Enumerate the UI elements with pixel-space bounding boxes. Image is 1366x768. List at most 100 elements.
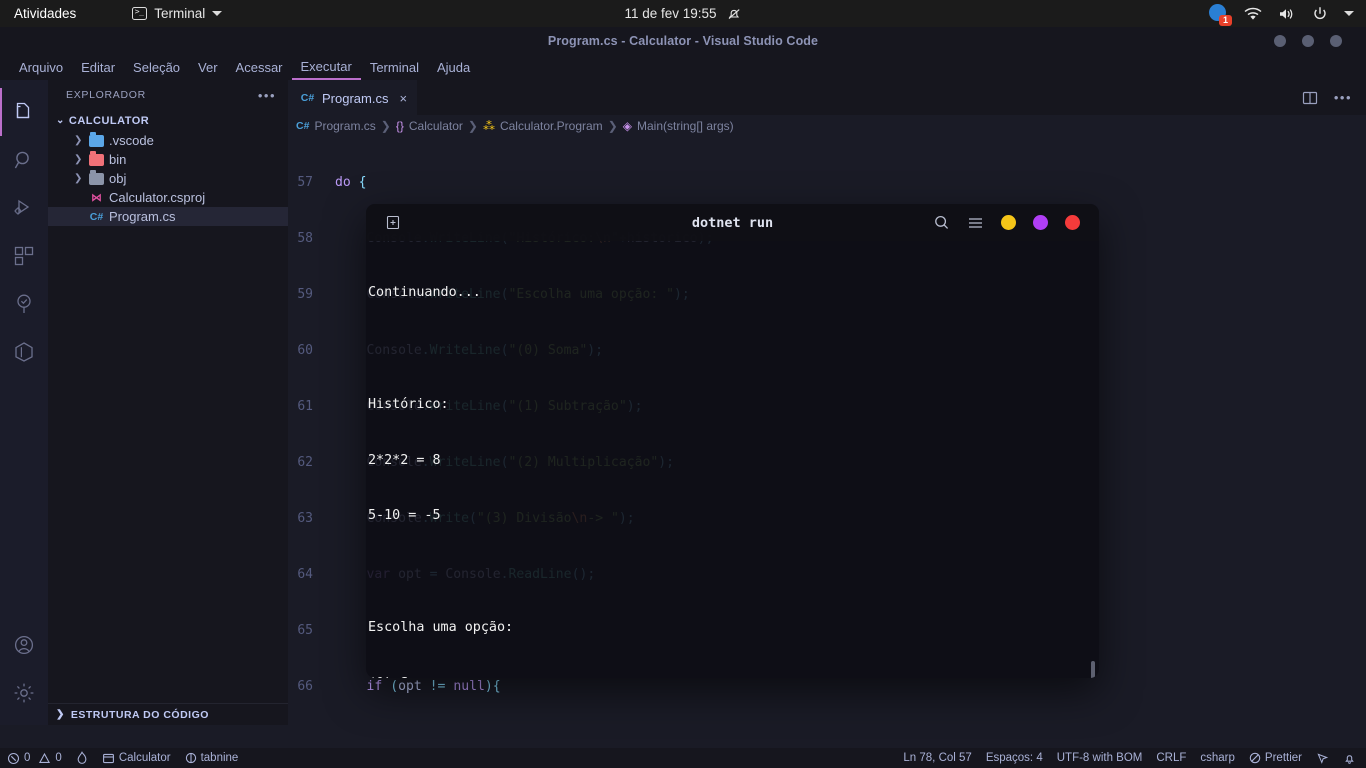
status-problems[interactable]: 0 0 <box>0 748 69 768</box>
method-icon: ◈ <box>622 119 632 133</box>
status-encoding[interactable]: UTF-8 with BOM <box>1050 748 1150 768</box>
message-icon[interactable]: 1 <box>1209 4 1232 26</box>
status-cursor-position[interactable]: Ln 78, Col 57 <box>896 748 978 768</box>
volume-icon[interactable] <box>1278 7 1296 21</box>
line-number: 57 <box>297 175 313 191</box>
activity-extensions[interactable] <box>0 232 48 280</box>
line-number: 60 <box>297 343 313 359</box>
terminal-scrollbar[interactable] <box>1091 661 1095 678</box>
tree-item-vscode[interactable]: ❯ .vscode <box>48 131 288 150</box>
status-feedback-icon[interactable] <box>1309 748 1336 768</box>
tree-item-label: .vscode <box>109 133 154 148</box>
app-menu-label: Terminal <box>154 6 206 21</box>
line-number: 64 <box>297 566 313 582</box>
terminal-line: (0) Soma <box>366 675 1099 678</box>
tabnine-icon <box>185 752 197 764</box>
breadcrumb-separator: ❯ <box>380 119 391 133</box>
terminal-line: Escolha uma opção: <box>368 619 514 635</box>
activity-testing[interactable] <box>0 280 48 328</box>
tree-item-calculator-csproj[interactable]: ⋈ Calculator.csproj <box>48 188 288 207</box>
clock-button[interactable]: 11 de fev 19:55 <box>563 6 803 22</box>
warning-count: 0 <box>55 752 62 764</box>
activity-explorer[interactable] <box>0 88 48 136</box>
explorer-header: EXPLORADOR ••• <box>48 80 288 110</box>
error-count: 0 <box>24 752 31 764</box>
terminal-title: dotnet run <box>691 214 774 231</box>
line-number: 66 <box>297 678 313 694</box>
menu-bar: Arquivo Editar Seleção Ver Acessar Execu… <box>0 55 1366 80</box>
menu-editar[interactable]: Editar <box>72 57 124 79</box>
status-eol[interactable]: CRLF <box>1149 748 1193 768</box>
line-number: 63 <box>297 511 313 527</box>
namespace-icon: {} <box>395 119 404 133</box>
status-notifications-bell-icon[interactable] <box>1336 748 1366 768</box>
terminal-output[interactable]: Continuando... Histórico: 2*2*2 = 8 5-10… <box>366 241 1099 678</box>
activity-accounts[interactable] <box>0 621 48 669</box>
menu-ver[interactable]: Ver <box>189 57 227 79</box>
folder-icon <box>89 131 104 147</box>
menu-selecao[interactable]: Seleção <box>124 57 189 79</box>
breadcrumb-separator: ❯ <box>467 119 478 133</box>
breadcrumb: C# Program.cs ❯ {} Calculator ❯ ⁂ Calcul… <box>288 115 1366 137</box>
app-menu-button[interactable]: Terminal <box>132 6 223 21</box>
chevron-right-icon: ❯ <box>74 135 83 146</box>
status-language-mode[interactable]: csharp <box>1193 748 1242 768</box>
chevron-right-icon: ❯ <box>74 154 83 165</box>
terminal-line: Continuando... <box>368 285 481 301</box>
editor-more-actions-icon[interactable]: ••• <box>1334 90 1352 105</box>
tree-item-label: obj <box>109 171 127 186</box>
explorer-more-actions-icon[interactable]: ••• <box>258 88 276 103</box>
menu-executar[interactable]: Executar <box>291 56 361 80</box>
csharp-icon: C# <box>296 120 310 132</box>
activity-search[interactable] <box>0 136 48 184</box>
terminal-window[interactable]: dotnet run Continuando... Histórico: 2*2… <box>366 204 1099 678</box>
status-tabnine[interactable]: tabnine <box>178 748 246 768</box>
breadcrumb-item-method[interactable]: Main(string[] args) <box>637 119 734 133</box>
workspace-root-row[interactable]: ⌄ CALCULATOR <box>48 110 288 131</box>
breadcrumb-item-namespace[interactable]: Calculator <box>409 119 463 133</box>
window-controls <box>1274 35 1342 47</box>
close-button[interactable] <box>1330 35 1342 47</box>
activity-run-debug[interactable] <box>0 184 48 232</box>
tree-item-bin[interactable]: ❯ bin <box>48 150 288 169</box>
tree-item-label: Program.cs <box>109 209 176 224</box>
csharp-icon: C# <box>89 210 104 223</box>
chevron-down-icon[interactable] <box>1344 11 1354 16</box>
status-branch[interactable]: Calculator <box>95 748 178 768</box>
status-flame-icon[interactable] <box>69 748 95 768</box>
chevron-right-icon: ❯ <box>74 173 83 184</box>
breadcrumb-separator: ❯ <box>607 119 618 133</box>
status-indentation[interactable]: Espaços: 4 <box>979 748 1050 768</box>
maximize-button[interactable] <box>1302 35 1314 47</box>
close-icon[interactable]: × <box>399 91 407 106</box>
vscode-window: Program.cs - Calculator - Visual Studio … <box>0 27 1366 768</box>
activity-docker[interactable] <box>0 328 48 376</box>
status-bar-right: Ln 78, Col 57 Espaços: 4 UTF-8 with BOM … <box>896 748 1366 768</box>
breadcrumb-item-file[interactable]: Program.cs <box>314 119 375 133</box>
tab-program-cs[interactable]: C# Program.cs × <box>288 80 418 115</box>
split-editor-icon[interactable] <box>1302 90 1318 106</box>
breadcrumb-item-class[interactable]: Calculator.Program <box>500 119 603 133</box>
window-title: Program.cs - Calculator - Visual Studio … <box>547 34 819 48</box>
explorer-sidebar: EXPLORADOR ••• ⌄ CALCULATOR ❯ .vscode ❯ … <box>48 80 288 725</box>
status-prettier[interactable]: Prettier <box>1242 748 1309 768</box>
branch-label: Calculator <box>118 752 171 764</box>
minimize-button[interactable] <box>1274 35 1286 47</box>
activity-settings-gear-icon[interactable] <box>0 669 48 717</box>
outline-section-header[interactable]: ❯ ESTRUTURA DO CÓDIGO <box>48 703 288 725</box>
tree-item-obj[interactable]: ❯ obj <box>48 169 288 188</box>
outline-label: ESTRUTURA DO CÓDIGO <box>70 708 209 721</box>
line-number: 58 <box>297 231 313 247</box>
wifi-icon[interactable] <box>1244 7 1262 21</box>
tree-item-program-cs[interactable]: C# Program.cs <box>48 207 288 226</box>
menu-ajuda[interactable]: Ajuda <box>428 57 479 79</box>
menu-arquivo[interactable]: Arquivo <box>10 57 72 79</box>
visual-studio-icon: ⋈ <box>91 191 102 204</box>
menu-terminal[interactable]: Terminal <box>361 57 428 79</box>
power-icon[interactable] <box>1312 6 1328 22</box>
line-number: 61 <box>297 399 313 415</box>
menu-acessar[interactable]: Acessar <box>227 57 292 79</box>
activities-button[interactable]: Atividades <box>14 6 76 21</box>
chevron-down-icon <box>212 11 223 16</box>
